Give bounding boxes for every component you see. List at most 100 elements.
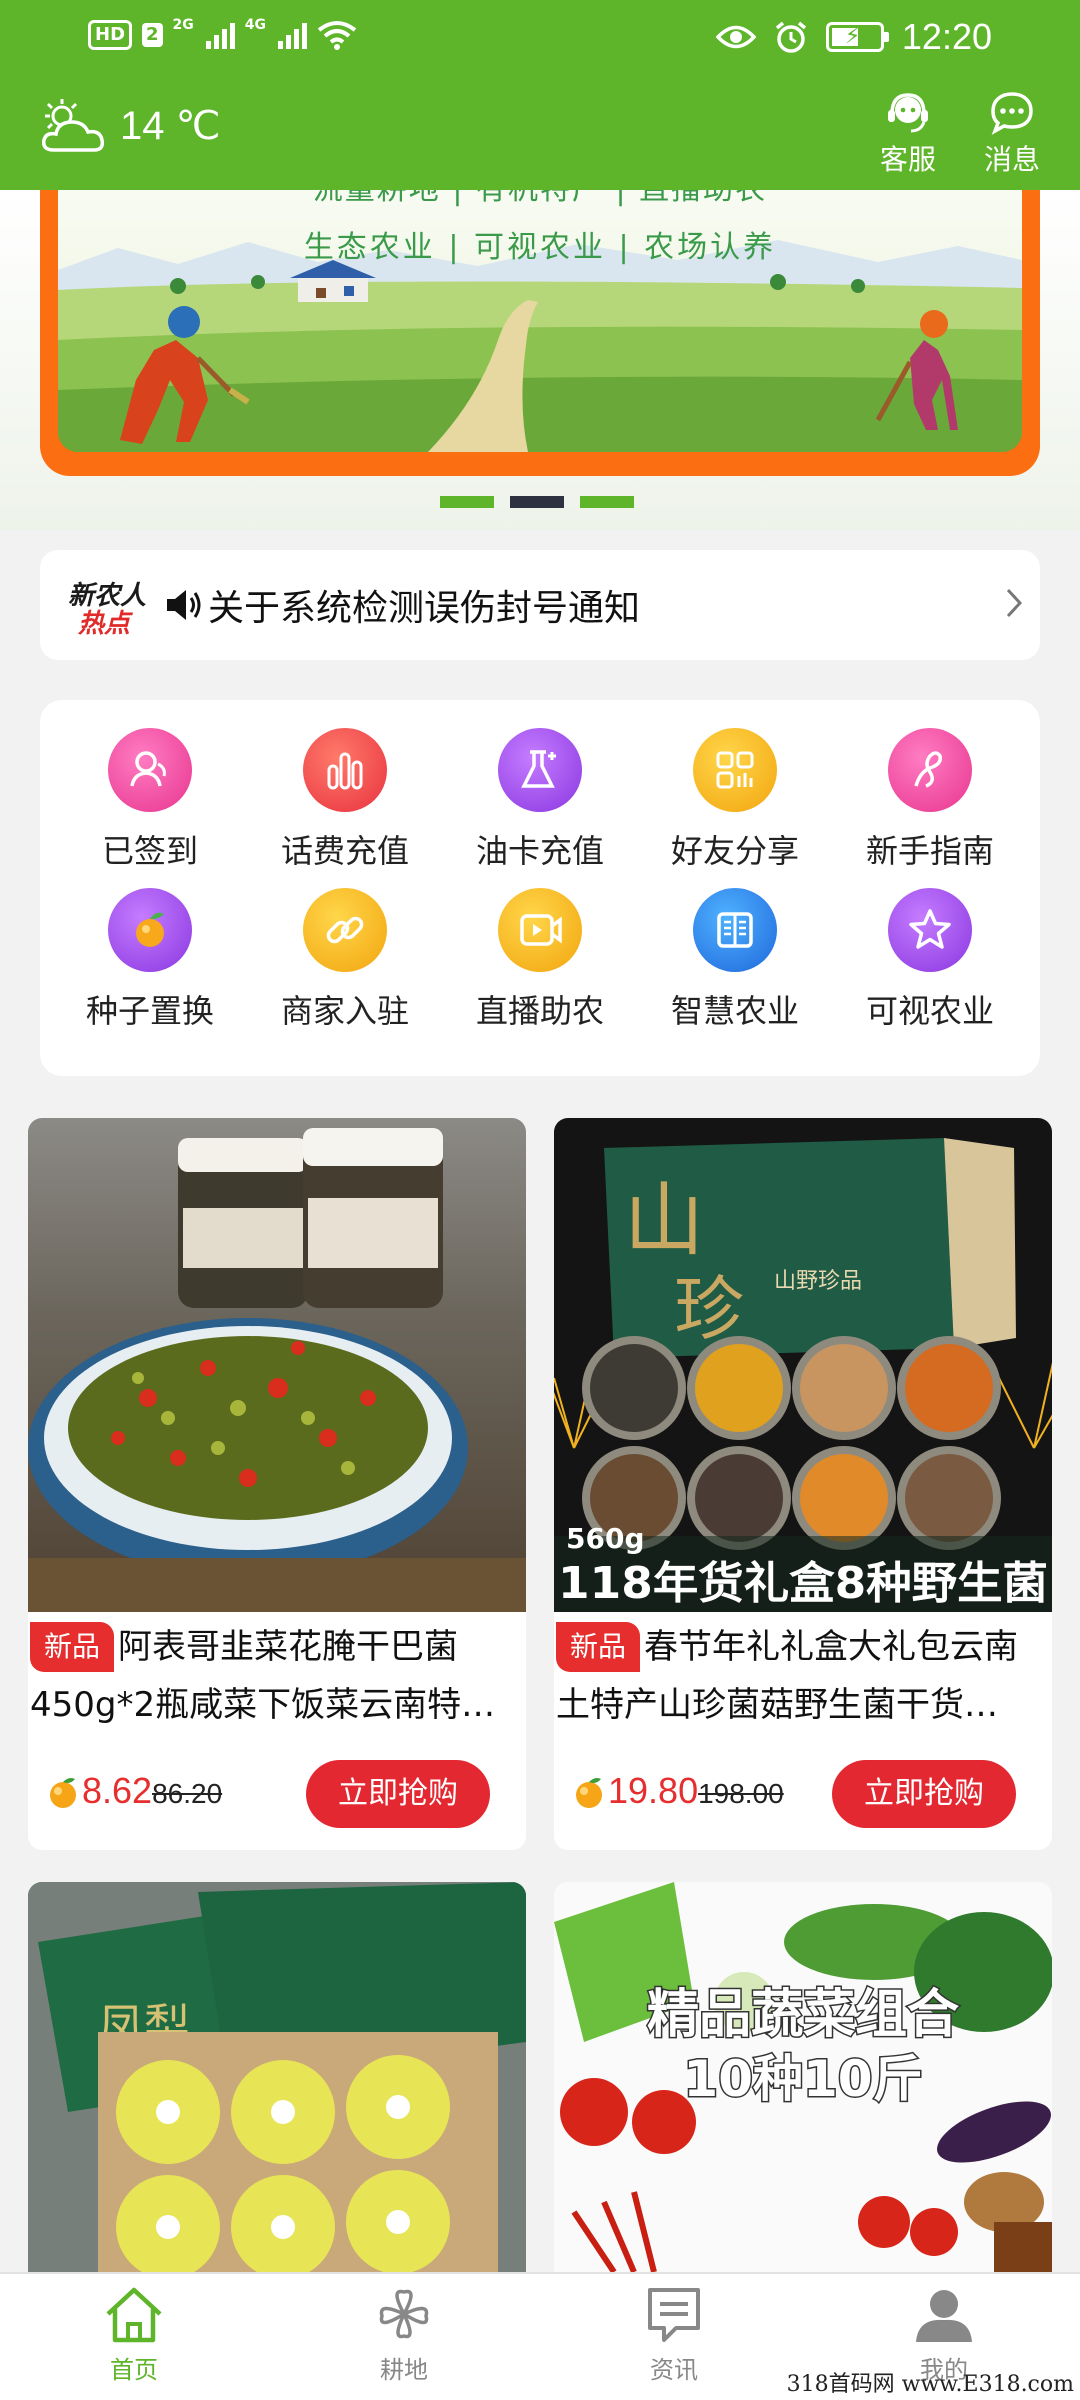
menu-item-fuel-card[interactable]: 油卡充值: [450, 728, 630, 872]
price-row: 19.80198.00 立即抢购: [554, 1740, 1052, 1850]
product-image[interactable]: 山 珍 山野珍品 560g 118年货礼盒8种野生菌: [554, 1118, 1052, 1612]
price-value: 19.80: [608, 1770, 699, 1811]
carousel-dot-active[interactable]: [510, 496, 564, 508]
banner-slogan-1: 流量耕地 | 有机特产 | 直播助农: [58, 190, 1022, 208]
product-card[interactable]: 凤梨: [28, 1882, 526, 2272]
user-check-icon: [108, 728, 192, 812]
grid-share-icon: [693, 728, 777, 812]
speaker-icon: [167, 590, 201, 620]
product-title-line1: 春节年礼礼盒大礼包云南: [644, 1627, 1019, 1667]
signal-icon: [205, 21, 235, 49]
weather-widget[interactable]: 14 ℃: [40, 96, 221, 156]
product-title-line1: 阿表哥韭菜花腌干巴菌: [118, 1627, 459, 1667]
menu-label: 智慧农业: [670, 992, 799, 1030]
banner-image: 流量耕地 | 有机特产 | 直播助农 生态农业 | 可视农业 | 农场认养: [58, 190, 1022, 452]
new-tag: 新品: [556, 1622, 641, 1672]
menu-label: 话费充值: [280, 832, 409, 870]
vegetable-combo-photo: 精品蔬菜组合 10种10斤: [554, 1882, 1052, 2272]
mango-coin-icon: [576, 1778, 602, 1808]
mushroom-gift-box-photo: 山 珍 山野珍品 560g 118年货礼盒8种野生菌: [554, 1138, 1052, 1612]
customer-service-label: 客服: [879, 143, 936, 176]
menu-item-checkin[interactable]: 已签到: [60, 728, 240, 872]
hd-badge: HD: [88, 20, 133, 50]
product-image[interactable]: [28, 1118, 526, 1612]
menu-item-guide[interactable]: 新手指南: [840, 728, 1020, 872]
promo-banner[interactable]: 流量耕地 | 有机特产 | 直播助农 生态农业 | 可视农业 | 农场认养: [40, 190, 1040, 476]
menu-label: 油卡充值: [475, 832, 604, 870]
eye-icon: [715, 25, 756, 49]
status-time: 12:20: [901, 16, 992, 57]
chevron-right-icon: [1006, 588, 1023, 618]
product-title-line2: 土特产山珍菌菇野生菌干货…: [556, 1685, 998, 1725]
mango-coin-icon: [50, 1778, 76, 1808]
new-tag: 新品: [30, 1622, 115, 1672]
nav-farmland[interactable]: 耕地: [334, 2284, 474, 2385]
product-price: 8.6286.20: [82, 1770, 222, 1812]
notice-text: 关于系统检测误伤封号通知: [208, 588, 641, 629]
watermark: 318首码网 www.E318.com: [786, 2372, 1074, 2397]
price-row: 8.6286.20 立即抢购: [28, 1740, 526, 1850]
customer-service-button[interactable]: 客服: [876, 90, 940, 178]
nav-label: 资讯: [650, 2356, 698, 2384]
pickled-vegetable-jars-photo: [28, 1128, 526, 1612]
image-caption-line1: 精品蔬菜组合: [647, 1985, 959, 2045]
nav-home[interactable]: 首页: [64, 2284, 204, 2385]
menu-item-live-farming[interactable]: 直播助农: [450, 888, 630, 1032]
image-caption-small: 560g: [566, 1522, 645, 1555]
chat-bubble-icon: [991, 92, 1033, 135]
partly-cloudy-icon: [41, 99, 105, 152]
notice-bar[interactable]: 新农人 热点 关于系统检测误伤封号通知: [40, 550, 1040, 660]
original-price: 198.00: [698, 1778, 784, 1809]
menu-label: 商家入驻: [280, 992, 409, 1030]
buy-now-button[interactable]: 立即抢购: [306, 1760, 490, 1828]
nav-news[interactable]: 资讯: [604, 2284, 744, 2385]
status-bar: HD 2 2G 4G ⚡ 12:20: [0, 0, 1080, 80]
product-card[interactable]: 精品蔬菜组合 10种10斤: [554, 1882, 1052, 2272]
menu-item-seed-exchange[interactable]: 种子置换: [60, 888, 240, 1032]
bottom-navigation: 首页 耕地 资讯 我的 318首码网 www.E318.com: [0, 2272, 1080, 2400]
buy-now-button[interactable]: 立即抢购: [832, 1760, 1016, 1828]
clover-icon: [379, 2289, 429, 2339]
network-label-1: 2G: [172, 17, 194, 33]
product-image[interactable]: 精品蔬菜组合 10种10斤: [554, 1882, 1052, 2272]
menu-label: 已签到: [101, 832, 198, 870]
profile-icon: [916, 2290, 972, 2342]
menu-item-phone-recharge[interactable]: 话费充值: [255, 728, 435, 872]
product-title[interactable]: 新品 春节年礼礼盒大礼包云南 土特产山珍菌菇野生菌干货…: [554, 1612, 1052, 1740]
product-title[interactable]: 新品 阿表哥韭菜花腌干巴菌 450g*2瓶咸菜下饭菜云南特…: [28, 1612, 526, 1740]
link-icon: [303, 888, 387, 972]
news-icon: [648, 2288, 700, 2342]
app-header: HD 2 2G 4G ⚡ 12:20 14 ℃ 客服 消息: [0, 0, 1080, 190]
menu-label: 直播助农: [475, 992, 604, 1030]
alarm-icon: [775, 21, 807, 53]
menu-item-smart-agri[interactable]: 智慧农业: [645, 888, 825, 1032]
menu-item-merchant-join[interactable]: 商家入驻: [255, 888, 435, 1032]
header-actions: 客服 消息: [876, 90, 1044, 178]
network-label-2: 4G: [244, 17, 267, 33]
menu-label: 种子置换: [85, 992, 214, 1030]
box-calligraphy: 山: [624, 1174, 704, 1267]
carousel-dot[interactable]: [580, 496, 634, 508]
menu-item-share[interactable]: 好友分享: [645, 728, 825, 872]
fruit-icon: [108, 888, 192, 972]
menu-item-visual-agri[interactable]: 可视农业: [840, 888, 1020, 1032]
carousel-indicator: [440, 496, 634, 508]
product-image[interactable]: 凤梨: [28, 1882, 526, 2272]
star-icon: [888, 888, 972, 972]
temperature: 14 ℃: [120, 104, 221, 148]
price-value: 8.62: [82, 1770, 153, 1811]
status-left: HD 2 2G 4G: [88, 17, 357, 50]
book-icon: [693, 888, 777, 972]
home-icon: [106, 2287, 162, 2343]
product-card[interactable]: 山 珍 山野珍品 560g 118年货礼盒8种野生菌 新品 春节年礼礼盒大礼包云南…: [554, 1118, 1052, 1850]
product-card[interactable]: 新品 阿表哥韭菜花腌干巴菌 450g*2瓶咸菜下饭菜云南特… 8.6286.20 …: [28, 1118, 526, 1850]
bar-chart-icon: [303, 728, 387, 812]
headset-icon: [888, 93, 928, 133]
original-price: 86.20: [152, 1778, 223, 1809]
menu-label: 可视农业: [865, 992, 994, 1030]
messages-button[interactable]: 消息: [980, 90, 1044, 178]
image-caption: 118年货礼盒8种野生菌: [558, 1558, 1048, 1609]
banner-slogan-2: 生态农业 | 可视农业 | 农场认养: [303, 230, 777, 265]
carousel-dot[interactable]: [440, 496, 494, 508]
messages-label: 消息: [983, 143, 1040, 176]
